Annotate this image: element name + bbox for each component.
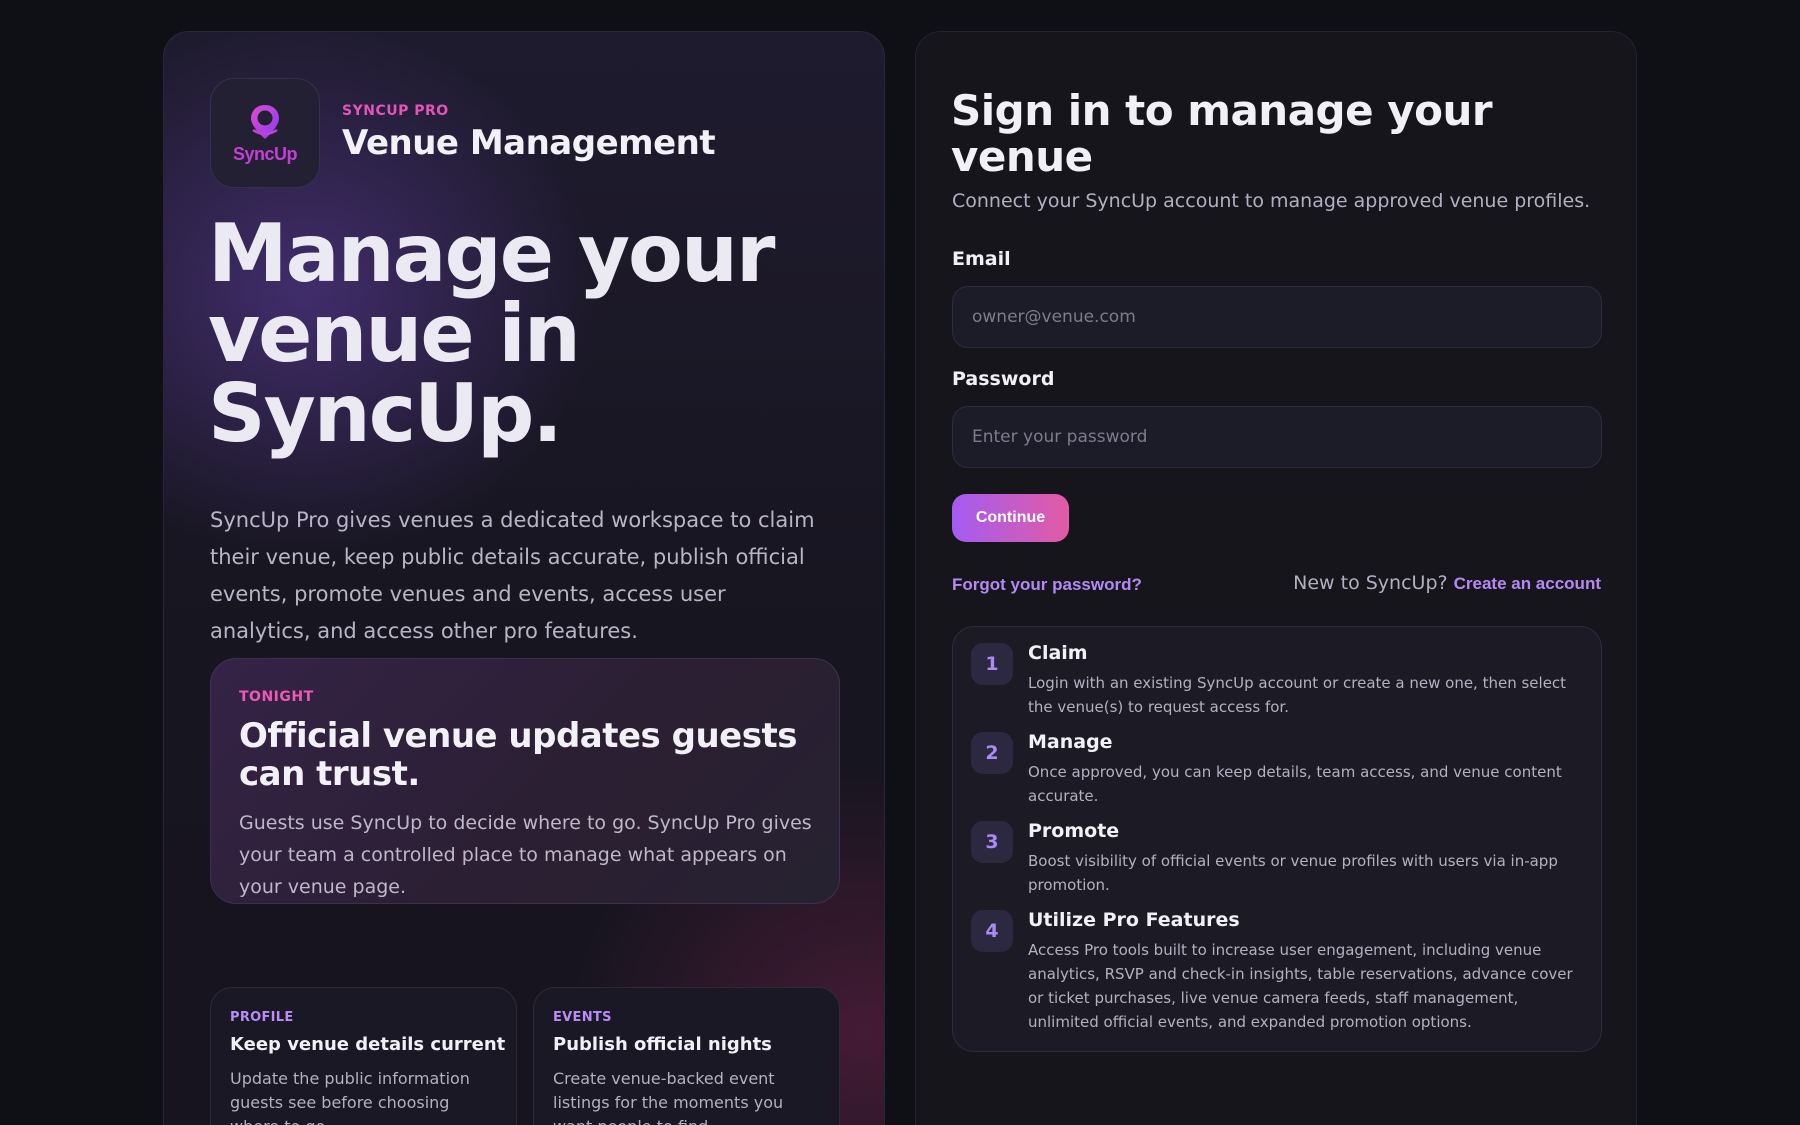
card-kicker: PROFILE: [230, 1010, 294, 1025]
password-field[interactable]: [952, 406, 1602, 468]
marketing-panel: SyncUp SYNCUP PRO Venue Management Manag…: [163, 31, 885, 1125]
brand-header: SyncUp SYNCUP PRO Venue Management: [210, 78, 716, 188]
steps-list: 1 Claim Login with an existing SyncUp ac…: [952, 626, 1602, 1052]
card-title: Keep venue details current: [230, 1034, 506, 1055]
hero-description: SyncUp Pro gives venues a dedicated work…: [210, 508, 815, 643]
hero-title: Manage your venue in SyncUp.: [208, 207, 775, 460]
step-title: Utilize Pro Features: [1028, 909, 1240, 931]
step-title: Manage: [1028, 731, 1113, 753]
signin-subtitle: Connect your SyncUp account to manage ap…: [952, 190, 1591, 212]
step-number-badge: 1: [971, 643, 1013, 685]
step-number-badge: 4: [971, 910, 1013, 952]
continue-button[interactable]: Continue: [952, 494, 1069, 542]
forgot-password-link[interactable]: Forgot your password?: [952, 575, 1142, 595]
feature-title: Official venue updates guests can trust.: [239, 716, 797, 794]
signup-prompt: New to SyncUp? Create an account: [1293, 572, 1601, 594]
profile-card: PROFILE Keep venue details current Updat…: [210, 987, 517, 1125]
feature-body: Guests use SyncUp to decide where to go.…: [239, 812, 812, 898]
location-pin-icon: [251, 104, 279, 139]
step-title: Claim: [1028, 642, 1088, 664]
brand-title: Venue Management: [342, 123, 716, 163]
feature-kicker: TONIGHT: [239, 689, 314, 705]
create-account-link[interactable]: Create an account: [1454, 574, 1601, 594]
card-title: Publish official nights: [553, 1034, 772, 1055]
step-number-badge: 3: [971, 821, 1013, 863]
signin-title: Sign in to manage your venue: [951, 86, 1493, 181]
email-field[interactable]: [952, 286, 1602, 348]
email-label: Email: [952, 248, 1011, 270]
page: SyncUp SYNCUP PRO Venue Management Manag…: [0, 0, 1800, 1125]
step-body: Login with an existing SyncUp account or…: [1028, 674, 1567, 716]
events-card: EVENTS Publish official nights Create ve…: [533, 987, 840, 1125]
syncup-logo: SyncUp: [210, 78, 320, 188]
card-body: Create venue-backed event listings for t…: [553, 1069, 784, 1125]
feature-card: TONIGHT Official venue updates guests ca…: [210, 658, 840, 904]
brand-kicker: SYNCUP PRO: [342, 103, 449, 119]
new-to-syncup-text: New to SyncUp?: [1293, 572, 1448, 594]
brand-text: SYNCUP PRO Venue Management: [342, 103, 716, 163]
step-body: Once approved, you can keep details, tea…: [1028, 763, 1562, 805]
card-kicker: EVENTS: [553, 1010, 612, 1025]
password-label: Password: [952, 368, 1055, 390]
step-body: Boost visibility of official events or v…: [1028, 852, 1558, 894]
logo-wordmark: SyncUp: [232, 143, 298, 164]
step-title: Promote: [1028, 820, 1120, 842]
signin-panel: Sign in to manage your venue Connect you…: [915, 31, 1637, 1125]
step-body: Access Pro tools built to increase user …: [1028, 941, 1573, 1031]
step-number-badge: 2: [971, 732, 1013, 774]
card-body: Update the public information guests see…: [230, 1069, 470, 1125]
